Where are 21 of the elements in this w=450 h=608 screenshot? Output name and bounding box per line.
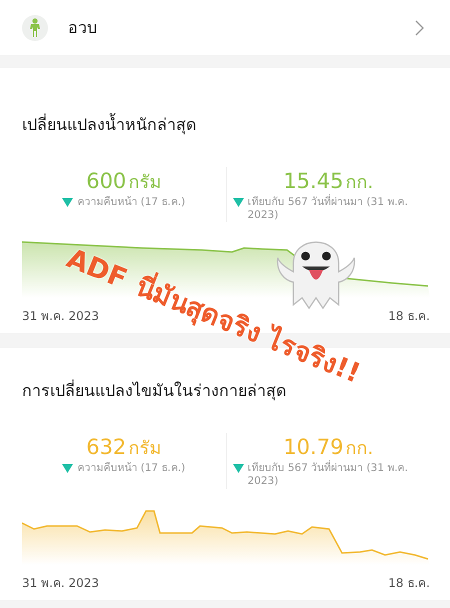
stat-note: ความคืบหน้า (17 ธ.ค.) [77, 462, 186, 476]
start-date: 31 พ.ค. 2023 [22, 574, 100, 592]
down-triangle-icon [232, 198, 244, 207]
stat-note: ความคืบหน้า (17 ธ.ค.) [77, 196, 186, 210]
stat-value: 632 กรัม [86, 434, 162, 462]
stat-value: 600 กรัม [86, 168, 162, 195]
chevron-right-icon[interactable] [414, 20, 424, 36]
start-date: 31 พ.ค. 2023 [22, 308, 100, 326]
end-date: 18 ธ.ค. [388, 308, 430, 326]
down-triangle-icon [232, 464, 244, 474]
sticker-caption: ADF [62, 245, 131, 294]
section-title: การเปลี่ยนแปลงไขมันในร่างกายล่าสุด [22, 380, 286, 402]
down-triangle-icon [62, 198, 74, 207]
down-triangle-icon [62, 464, 74, 474]
section-title: เปลี่ยนแปลงน้ำหนักล่าสุด [22, 112, 197, 136]
stat-note: เทียบกับ 567 วันที่ผ่านมา (31 พ.ค. 2023) [248, 462, 410, 488]
end-date: 18 ธ.ค. [388, 574, 430, 592]
person-icon [22, 14, 48, 40]
stat-value: 10.79 กก. [283, 434, 374, 460]
stat-note: เทียบกับ 567 วันที่ผ่านมา (31 พ.ค. 2023) [248, 196, 410, 222]
stat-value: 15.45 กก. [283, 168, 374, 194]
